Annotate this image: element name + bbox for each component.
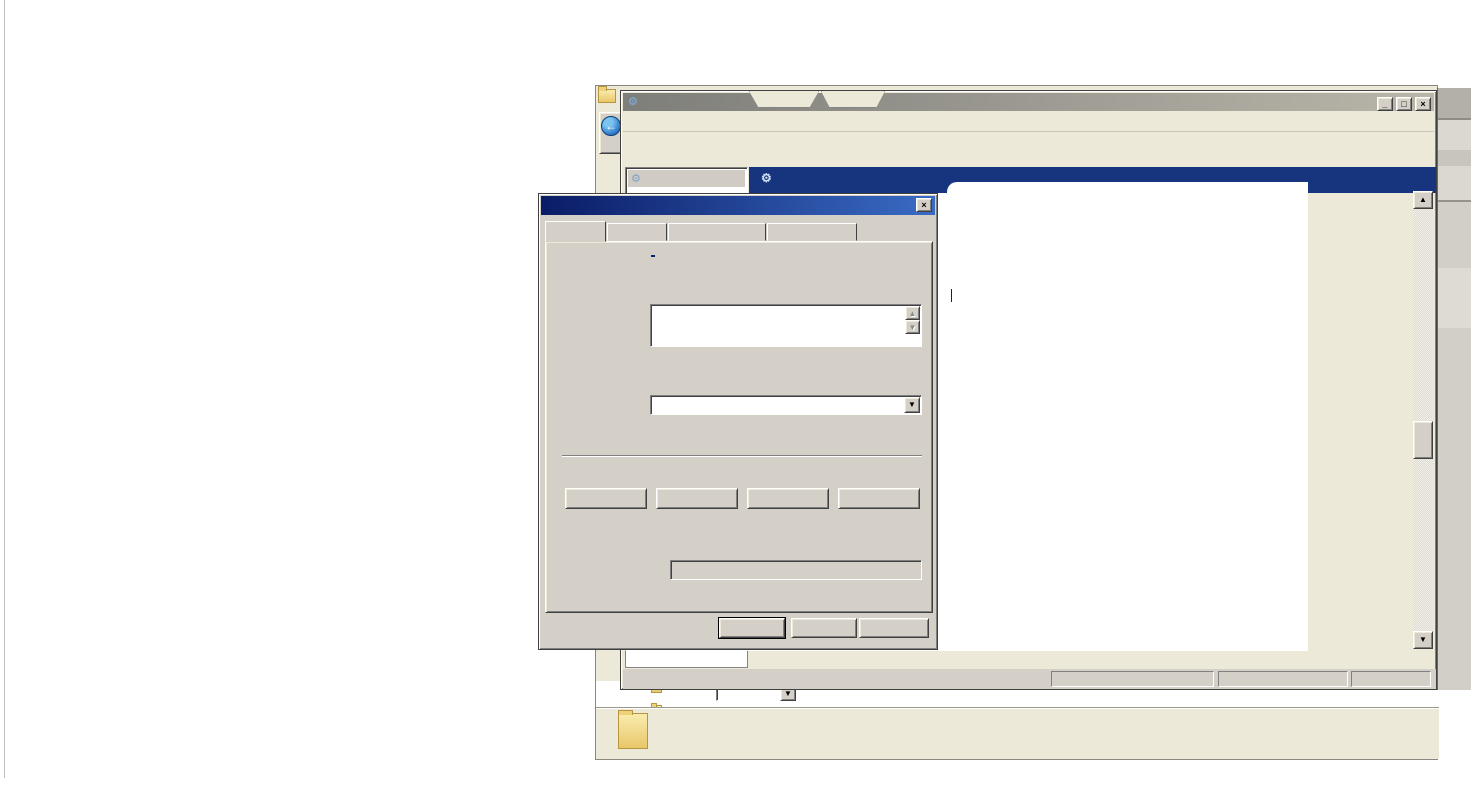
menu-datei[interactable] bbox=[623, 112, 639, 120]
tab-allgemein[interactable] bbox=[545, 221, 606, 242]
tab-erweitert[interactable] bbox=[749, 91, 819, 108]
services-gear-icon: ⚙ bbox=[628, 96, 638, 108]
services-gear-icon: ⚙ bbox=[631, 173, 641, 185]
anhalten-button[interactable] bbox=[747, 488, 829, 509]
dienstname-value[interactable] bbox=[651, 255, 655, 257]
status-bar bbox=[623, 669, 1436, 689]
background-window-edge bbox=[1437, 88, 1471, 690]
status-panel bbox=[1218, 671, 1348, 687]
services-list[interactable]: ▲ ▼ bbox=[963, 191, 1434, 639]
close-icon[interactable]: × bbox=[1415, 97, 1431, 111]
close-icon[interactable]: × bbox=[916, 198, 932, 212]
menu-ansicht[interactable] bbox=[661, 112, 677, 120]
status-panel bbox=[1051, 671, 1214, 687]
tab-wiederherstellung[interactable] bbox=[668, 223, 766, 241]
tree-item-dienste-lokal[interactable]: ⚙ bbox=[628, 170, 745, 187]
services-gear-icon: ⚙ bbox=[761, 171, 772, 185]
divider bbox=[562, 455, 922, 457]
abbrechen-button[interactable] bbox=[791, 618, 857, 638]
scroll-down-icon[interactable]: ▼ bbox=[905, 320, 920, 334]
dialog-title-bar[interactable]: × bbox=[541, 196, 935, 215]
fold-guide-line bbox=[4, 0, 5, 778]
tree-pane-footer bbox=[625, 651, 748, 668]
beschreibung-box[interactable]: ▲ ▼ bbox=[650, 304, 922, 347]
tab-anmelden[interactable] bbox=[607, 223, 667, 241]
folder-icon bbox=[618, 713, 648, 749]
details-pane bbox=[596, 709, 1439, 759]
ok-button[interactable] bbox=[719, 618, 785, 638]
scrollbar[interactable]: ▲ ▼ bbox=[1413, 191, 1433, 649]
scrollbar-thumb[interactable] bbox=[1413, 421, 1433, 459]
scroll-down-icon[interactable]: ▼ bbox=[1413, 631, 1433, 649]
startparameter-input[interactable] bbox=[670, 560, 922, 580]
properties-dialog[interactable]: × ▲ ▼ ▼ bbox=[538, 193, 938, 650]
maximize-icon[interactable]: □ bbox=[1396, 97, 1412, 111]
scroll-up-icon[interactable]: ▲ bbox=[905, 306, 920, 320]
starten-button[interactable] bbox=[565, 488, 647, 509]
menu-aktion[interactable] bbox=[642, 112, 658, 120]
tab-panel: ▲ ▼ ▼ bbox=[545, 241, 933, 613]
scroll-up-icon[interactable]: ▲ bbox=[1413, 191, 1433, 209]
status-panel bbox=[1351, 671, 1431, 687]
list-body bbox=[963, 209, 1411, 649]
text-cursor bbox=[951, 289, 952, 302]
chevron-down-icon[interactable]: ▼ bbox=[904, 397, 920, 413]
tab-standard[interactable] bbox=[821, 91, 885, 108]
menu-bar bbox=[623, 111, 1434, 132]
beenden-button[interactable] bbox=[656, 488, 738, 509]
tab-abhaengigkeiten[interactable] bbox=[767, 223, 857, 241]
uebernehmen-button[interactable] bbox=[859, 618, 929, 638]
fortsetzen-button[interactable] bbox=[838, 488, 920, 509]
services-title-bar[interactable]: ⚙ _ □ × bbox=[623, 93, 1434, 111]
starttyp-combobox[interactable]: ▼ bbox=[650, 395, 922, 415]
toolbar bbox=[623, 132, 1434, 159]
menu-hilfe[interactable] bbox=[680, 112, 696, 120]
back-icon: ← bbox=[601, 116, 621, 136]
minimize-icon[interactable]: _ bbox=[1377, 97, 1393, 111]
folder-icon bbox=[598, 89, 616, 103]
